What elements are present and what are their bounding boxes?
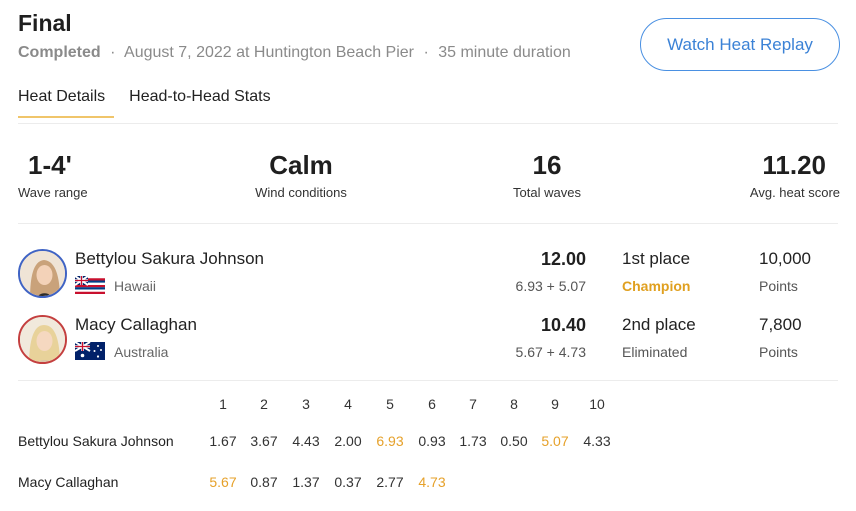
surfer-total-score: 12.00 [540, 249, 586, 269]
table-header-row: 1 2 3 4 5 6 7 8 9 10 [18, 396, 638, 416]
stat-label: Avg. heat score [749, 185, 840, 200]
heat-subtitle: Completed · August 7, 2022 at Huntington… [18, 44, 571, 62]
surfer-place: 2nd place [622, 315, 696, 334]
surfer-counting-waves: 6.93 + 5.07 [515, 278, 586, 294]
watch-heat-replay-button[interactable]: Watch Heat Replay [640, 18, 840, 71]
surfer-name[interactable]: Bettylou Sakura Johnson [75, 249, 264, 269]
table-row: Macy Callaghan 5.67 0.87 1.37 0.37 2.77 … [18, 474, 638, 494]
row-surfer-name: Bettylou Sakura Johnson [18, 433, 174, 449]
stat-total-waves: 16 Total waves [507, 150, 587, 200]
table-row: Bettylou Sakura Johnson 1.67 3.67 4.43 2… [18, 433, 638, 453]
stat-value: 16 [532, 150, 562, 180]
wave-score-cell: 3.67 [250, 433, 278, 449]
wave-score-cell: 4.33 [583, 433, 611, 449]
wave-score-cell-counting: 5.67 [209, 474, 237, 490]
surfer-counting-waves: 5.67 + 4.73 [515, 344, 586, 360]
wave-score-cell: 2.00 [334, 433, 362, 449]
column-header: 7 [469, 396, 477, 412]
column-header: 10 [589, 396, 605, 412]
tab-head-to-head-stats[interactable]: Head-to-Head Stats [129, 88, 270, 118]
stat-wave-range: 1-4' Wave range [18, 150, 88, 200]
surfers-divider [18, 380, 838, 381]
stat-value: 11.20 [762, 150, 826, 180]
wave-score-cell-counting: 6.93 [376, 433, 404, 449]
separator-dot: · [423, 44, 429, 61]
australia-flag-icon [75, 342, 105, 360]
surfer-points: 7,800 [759, 315, 802, 334]
tab-bar: Heat Details Head-to-Head Stats [18, 88, 295, 118]
avatar [18, 249, 67, 298]
heat-status: Completed [18, 44, 101, 61]
wave-score-cell: 0.93 [418, 433, 446, 449]
surfer-row[interactable]: Macy Callaghan Australia 10.40 5.67 + 4.… [18, 315, 838, 373]
wave-score-cell-counting: 5.07 [541, 433, 569, 449]
surfer-points-label: Points [759, 278, 798, 294]
row-surfer-name: Macy Callaghan [18, 474, 119, 490]
column-header: 8 [510, 396, 518, 412]
stat-label: Wave range [18, 185, 88, 200]
surfer-points: 10,000 [759, 249, 811, 268]
surfer-total-score: 10.40 [540, 315, 586, 335]
stat-label: Wind conditions [255, 185, 347, 200]
stat-wind-conditions: Calm Wind conditions [251, 150, 351, 200]
tab-divider [18, 123, 838, 124]
wave-score-cell-counting: 4.73 [418, 474, 446, 490]
wave-score-cell: 2.77 [376, 474, 404, 490]
heat-duration: 35 minute duration [438, 44, 571, 61]
wave-score-cell: 0.37 [334, 474, 362, 490]
wave-score-cell: 4.43 [292, 433, 320, 449]
wave-score-cell: 1.37 [292, 474, 320, 490]
column-header: 3 [302, 396, 310, 412]
surfer-row[interactable]: Bettylou Sakura Johnson Hawaii 12.00 6.9… [18, 249, 838, 307]
stat-value: Calm [269, 150, 333, 180]
wave-score-cell: 1.67 [209, 433, 237, 449]
avatar [18, 315, 67, 364]
heat-date-location: August 7, 2022 at Huntington Beach Pier [124, 44, 414, 61]
stat-avg-heat-score: 11.20 Avg. heat score [740, 150, 840, 200]
column-header: 4 [344, 396, 352, 412]
surfer-place: 1st place [622, 249, 691, 268]
column-header: 1 [219, 396, 227, 412]
column-header: 6 [428, 396, 436, 412]
surfer-country: Hawaii [114, 278, 157, 294]
stat-value: 1-4' [28, 150, 72, 180]
surfer-result-badge: Eliminated [622, 344, 688, 360]
hawaii-flag-icon [75, 276, 105, 294]
stats-divider [18, 223, 838, 224]
surfer-result-badge: Champion [622, 278, 691, 294]
heat-title: Final [18, 10, 72, 36]
wave-score-cell: 0.87 [250, 474, 278, 490]
surfer-points-label: Points [759, 344, 798, 360]
surfer-name[interactable]: Macy Callaghan [75, 315, 197, 335]
surfer-country: Australia [114, 344, 169, 360]
column-header: 5 [386, 396, 394, 412]
column-header: 9 [551, 396, 559, 412]
stat-label: Total waves [513, 185, 581, 200]
wave-score-cell: 0.50 [500, 433, 528, 449]
wave-score-cell: 1.73 [459, 433, 487, 449]
tab-heat-details[interactable]: Heat Details [18, 88, 115, 118]
column-header: 2 [260, 396, 268, 412]
separator-dot: · [110, 44, 116, 61]
